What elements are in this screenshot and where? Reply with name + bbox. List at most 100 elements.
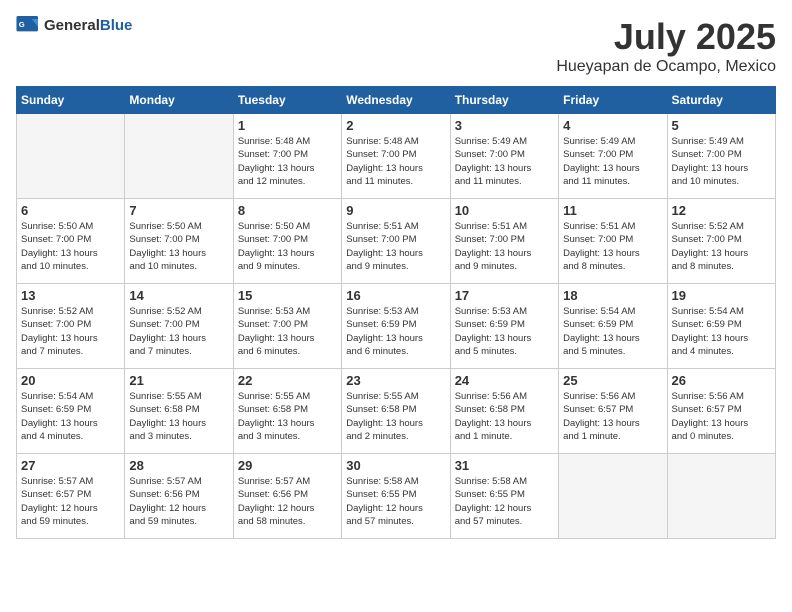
- day-info: Sunrise: 5:48 AM Sunset: 7:00 PM Dayligh…: [238, 135, 337, 188]
- day-number: 13: [21, 288, 120, 303]
- week-row-4: 20 Sunrise: 5:54 AM Sunset: 6:59 PM Dayli…: [17, 369, 776, 454]
- day-info: Sunrise: 5:54 AM Sunset: 6:59 PM Dayligh…: [21, 390, 120, 443]
- day-info: Sunrise: 5:57 AM Sunset: 6:57 PM Dayligh…: [21, 475, 120, 528]
- calendar-cell: 17 Sunrise: 5:53 AM Sunset: 6:59 PM Dayli…: [450, 284, 558, 369]
- day-info: Sunrise: 5:55 AM Sunset: 6:58 PM Dayligh…: [129, 390, 228, 443]
- week-row-5: 27 Sunrise: 5:57 AM Sunset: 6:57 PM Dayli…: [17, 454, 776, 539]
- day-info: Sunrise: 5:56 AM Sunset: 6:58 PM Dayligh…: [455, 390, 554, 443]
- calendar-cell: 16Sunrise: 5:53 AM Sunset: 6:59 PM Dayli…: [342, 284, 450, 369]
- week-row-1: 1 Sunrise: 5:48 AM Sunset: 7:00 PM Daylig…: [17, 114, 776, 199]
- calendar-cell: 15Sunrise: 5:53 AM Sunset: 7:00 PM Dayli…: [233, 284, 341, 369]
- calendar-cell: 25 Sunrise: 5:56 AM Sunset: 6:57 PM Dayli…: [559, 369, 667, 454]
- calendar-cell: 2Sunrise: 5:48 AM Sunset: 7:00 PM Daylig…: [342, 114, 450, 199]
- weekday-header-friday: Friday: [559, 87, 667, 114]
- calendar-cell: 21 Sunrise: 5:55 AM Sunset: 6:58 PM Dayli…: [125, 369, 233, 454]
- weekday-header-monday: Monday: [125, 87, 233, 114]
- calendar-cell: 20 Sunrise: 5:54 AM Sunset: 6:59 PM Dayli…: [17, 369, 125, 454]
- day-info: Sunrise: 5:51 AM Sunset: 7:00 PM Dayligh…: [563, 220, 662, 273]
- day-info: Sunrise: 5:55 AM Sunset: 6:58 PM Dayligh…: [238, 390, 337, 443]
- calendar-cell: 7Sunrise: 5:50 AM Sunset: 7:00 PM Daylig…: [125, 199, 233, 284]
- calendar-cell: 9 Sunrise: 5:51 AM Sunset: 7:00 PM Daylig…: [342, 199, 450, 284]
- calendar-cell: 30Sunrise: 5:58 AM Sunset: 6:55 PM Dayli…: [342, 454, 450, 539]
- day-info: Sunrise: 5:58 AM Sunset: 6:55 PM Dayligh…: [455, 475, 554, 528]
- weekday-header-thursday: Thursday: [450, 87, 558, 114]
- day-number: 22: [238, 373, 337, 388]
- day-info: Sunrise: 5:50 AM Sunset: 7:00 PM Dayligh…: [238, 220, 337, 273]
- calendar-cell: 1 Sunrise: 5:48 AM Sunset: 7:00 PM Daylig…: [233, 114, 341, 199]
- day-number: 28: [129, 458, 228, 473]
- day-info: Sunrise: 5:49 AM Sunset: 7:00 PM Dayligh…: [455, 135, 554, 188]
- week-row-2: 6 Sunrise: 5:50 AM Sunset: 7:00 PM Daylig…: [17, 199, 776, 284]
- day-number: 14: [129, 288, 228, 303]
- day-number: 21: [129, 373, 228, 388]
- day-number: 20: [21, 373, 120, 388]
- logo-icon: G: [16, 16, 40, 36]
- day-number: 27: [21, 458, 120, 473]
- weekday-header-saturday: Saturday: [667, 87, 775, 114]
- day-number: 7: [129, 203, 228, 218]
- calendar-cell: 19Sunrise: 5:54 AM Sunset: 6:59 PM Dayli…: [667, 284, 775, 369]
- calendar-cell: 6 Sunrise: 5:50 AM Sunset: 7:00 PM Daylig…: [17, 199, 125, 284]
- day-number: 10: [455, 203, 554, 218]
- weekday-header-wednesday: Wednesday: [342, 87, 450, 114]
- calendar-cell: 4Sunrise: 5:49 AM Sunset: 7:00 PM Daylig…: [559, 114, 667, 199]
- day-info: Sunrise: 5:56 AM Sunset: 6:57 PM Dayligh…: [563, 390, 662, 443]
- calendar-cell: 27 Sunrise: 5:57 AM Sunset: 6:57 PM Dayli…: [17, 454, 125, 539]
- logo: G GeneralBlue: [16, 16, 132, 36]
- day-info: Sunrise: 5:52 AM Sunset: 7:00 PM Dayligh…: [672, 220, 771, 273]
- day-number: 19: [672, 288, 771, 303]
- day-info: Sunrise: 5:50 AM Sunset: 7:00 PM Dayligh…: [21, 220, 120, 273]
- day-number: 8: [238, 203, 337, 218]
- day-number: 26: [672, 373, 771, 388]
- day-info: Sunrise: 5:53 AM Sunset: 6:59 PM Dayligh…: [455, 305, 554, 358]
- day-number: 9: [346, 203, 445, 218]
- svg-text:G: G: [19, 20, 25, 29]
- day-info: Sunrise: 5:57 AM Sunset: 6:56 PM Dayligh…: [129, 475, 228, 528]
- logo-general: General: [44, 17, 100, 34]
- day-number: 5: [672, 118, 771, 133]
- day-info: Sunrise: 5:54 AM Sunset: 6:59 PM Dayligh…: [563, 305, 662, 358]
- calendar-cell: 24Sunrise: 5:56 AM Sunset: 6:58 PM Dayli…: [450, 369, 558, 454]
- calendar-cell: 11 Sunrise: 5:51 AM Sunset: 7:00 PM Dayli…: [559, 199, 667, 284]
- day-info: Sunrise: 5:56 AM Sunset: 6:57 PM Dayligh…: [672, 390, 771, 443]
- calendar-table: SundayMondayTuesdayWednesdayThursdayFrid…: [16, 86, 776, 539]
- calendar-cell: 10Sunrise: 5:51 AM Sunset: 7:00 PM Dayli…: [450, 199, 558, 284]
- weekday-header-sunday: Sunday: [17, 87, 125, 114]
- day-number: 23: [346, 373, 445, 388]
- weekday-header-tuesday: Tuesday: [233, 87, 341, 114]
- day-info: Sunrise: 5:49 AM Sunset: 7:00 PM Dayligh…: [672, 135, 771, 188]
- calendar-cell: [125, 114, 233, 199]
- calendar-cell: [17, 114, 125, 199]
- day-number: 12: [672, 203, 771, 218]
- day-info: Sunrise: 5:52 AM Sunset: 7:00 PM Dayligh…: [129, 305, 228, 358]
- calendar-cell: 14 Sunrise: 5:52 AM Sunset: 7:00 PM Dayli…: [125, 284, 233, 369]
- weekday-header-row: SundayMondayTuesdayWednesdayThursdayFrid…: [17, 87, 776, 114]
- day-info: Sunrise: 5:51 AM Sunset: 7:00 PM Dayligh…: [346, 220, 445, 273]
- calendar-cell: 13 Sunrise: 5:52 AM Sunset: 7:00 PM Dayli…: [17, 284, 125, 369]
- calendar-cell: 26 Sunrise: 5:56 AM Sunset: 6:57 PM Dayli…: [667, 369, 775, 454]
- day-number: 25: [563, 373, 662, 388]
- calendar-cell: 28 Sunrise: 5:57 AM Sunset: 6:56 PM Dayli…: [125, 454, 233, 539]
- day-number: 18: [563, 288, 662, 303]
- day-info: Sunrise: 5:53 AM Sunset: 6:59 PM Dayligh…: [346, 305, 445, 358]
- week-row-3: 13 Sunrise: 5:52 AM Sunset: 7:00 PM Dayli…: [17, 284, 776, 369]
- location-title: Hueyapan de Ocampo, Mexico: [556, 58, 776, 76]
- calendar-cell: 12 Sunrise: 5:52 AM Sunset: 7:00 PM Dayli…: [667, 199, 775, 284]
- calendar-cell: 31 Sunrise: 5:58 AM Sunset: 6:55 PM Dayli…: [450, 454, 558, 539]
- day-info: Sunrise: 5:55 AM Sunset: 6:58 PM Dayligh…: [346, 390, 445, 443]
- day-number: 29: [238, 458, 337, 473]
- calendar-cell: 3Sunrise: 5:49 AM Sunset: 7:00 PM Daylig…: [450, 114, 558, 199]
- day-number: 30: [346, 458, 445, 473]
- day-info: Sunrise: 5:52 AM Sunset: 7:00 PM Dayligh…: [21, 305, 120, 358]
- day-number: 17: [455, 288, 554, 303]
- month-title: July 2025: [556, 16, 776, 58]
- day-number: 6: [21, 203, 120, 218]
- day-info: Sunrise: 5:48 AM Sunset: 7:00 PM Dayligh…: [346, 135, 445, 188]
- calendar-cell: 18 Sunrise: 5:54 AM Sunset: 6:59 PM Dayli…: [559, 284, 667, 369]
- day-info: Sunrise: 5:57 AM Sunset: 6:56 PM Dayligh…: [238, 475, 337, 528]
- day-info: Sunrise: 5:49 AM Sunset: 7:00 PM Dayligh…: [563, 135, 662, 188]
- day-number: 15: [238, 288, 337, 303]
- day-number: 1: [238, 118, 337, 133]
- day-number: 11: [563, 203, 662, 218]
- day-number: 31: [455, 458, 554, 473]
